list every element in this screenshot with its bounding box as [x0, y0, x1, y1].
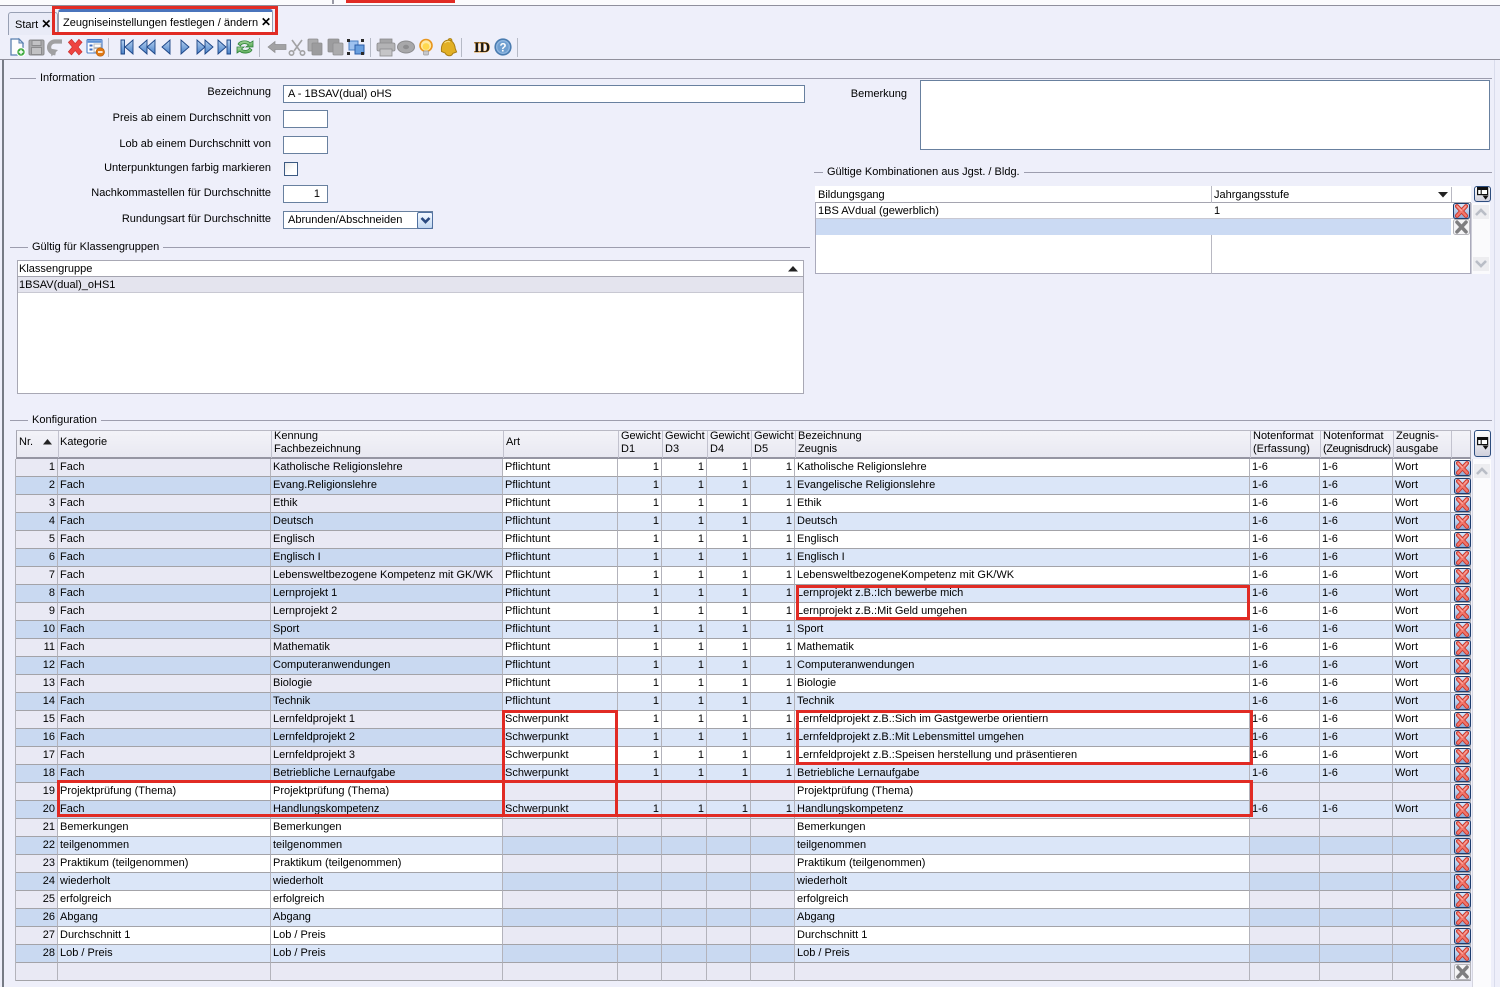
- svg-text:ID: ID: [474, 40, 490, 56]
- svg-text:?: ?: [499, 42, 506, 54]
